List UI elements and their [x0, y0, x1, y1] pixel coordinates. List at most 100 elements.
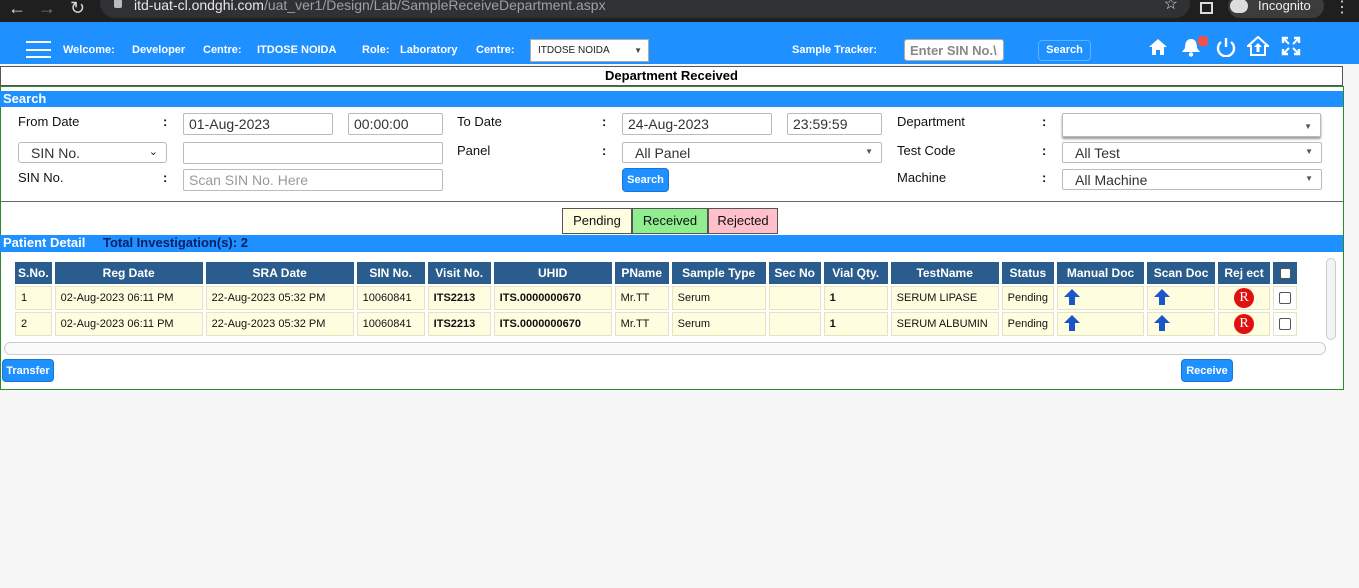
cell-manual-doc — [1057, 286, 1145, 310]
vertical-scrollbar[interactable] — [1326, 258, 1336, 340]
address-bar[interactable]: itd-uat-cl.ondghi.com/uat_ver1/Design/La… — [100, 0, 1190, 18]
cell-scan-doc — [1147, 312, 1216, 336]
chevron-down-icon: ▼ — [865, 147, 873, 156]
transfer-button[interactable]: Transfer — [2, 359, 54, 382]
power-icon[interactable] — [1215, 37, 1237, 57]
cell-reg-date: 02-Aug-2023 06:11 PM — [54, 312, 203, 336]
machine-select[interactable]: All Machine ▼ — [1062, 169, 1322, 190]
upload-arrow-icon[interactable] — [1063, 314, 1081, 332]
sin-type-select[interactable]: SIN No. ⌄ — [18, 142, 167, 163]
tab-rejected[interactable]: Rejected — [708, 208, 778, 234]
reload-icon[interactable]: ↻ — [70, 0, 85, 19]
panel-select[interactable]: All Panel ▼ — [622, 142, 882, 163]
department-label: Department — [897, 114, 965, 129]
centre-label: Centre: — [203, 44, 242, 56]
table-row: 1 02-Aug-2023 06:11 PM 22-Aug-2023 05:32… — [15, 286, 1298, 310]
chevron-down-icon: ⌄ — [148, 146, 158, 158]
cell-reg-date: 02-Aug-2023 06:11 PM — [54, 286, 203, 310]
col-sample-type: Sample Type — [671, 262, 766, 284]
centre-select-value: ITDOSE NOIDA — [538, 45, 610, 56]
fullscreen-icon[interactable] — [1281, 36, 1301, 56]
total-investigations: Total Investigation(s): 2 — [102, 235, 248, 250]
col-status: Status — [1001, 262, 1055, 284]
from-date-input[interactable]: 01-Aug-2023 — [183, 113, 333, 135]
incognito-icon — [1230, 0, 1248, 13]
horizontal-scrollbar[interactable] — [4, 342, 1326, 355]
table-row: 2 02-Aug-2023 06:11 PM 22-Aug-2023 05:32… — [15, 312, 1298, 336]
cell-sec-no — [768, 312, 821, 336]
forward-icon[interactable]: → — [38, 0, 56, 19]
colon: : — [1042, 114, 1047, 129]
cell-sample-type: Serum — [671, 312, 766, 336]
col-test-name: TestName — [890, 262, 999, 284]
menu-icon[interactable] — [26, 41, 51, 58]
divider — [0, 201, 1343, 202]
upload-home-icon[interactable] — [1247, 36, 1269, 56]
col-scan-doc: Scan Doc — [1147, 262, 1216, 284]
centre-select[interactable]: ITDOSE NOIDA ▼ — [530, 39, 649, 62]
machine-label: Machine — [897, 170, 947, 185]
col-pname: PName — [614, 262, 669, 284]
from-time-input[interactable]: 00:00:00 — [348, 113, 443, 135]
upload-arrow-icon[interactable] — [1153, 288, 1171, 306]
browser-toolbar: ← → ↻ itd-uat-cl.ondghi.com/uat_ver1/Des… — [0, 0, 1359, 22]
col-uhid: UHID — [493, 262, 612, 284]
test-code-label: Test Code — [897, 143, 956, 158]
colon: : — [602, 143, 607, 158]
col-vial-qty: Vial Qty. — [823, 262, 888, 284]
tab-pending[interactable]: Pending — [562, 208, 632, 234]
cell-test-name: SERUM LIPASE — [890, 286, 999, 310]
incognito-badge[interactable]: Incognito — [1228, 0, 1324, 18]
search-section-header: Search — [0, 91, 1343, 107]
department-select[interactable]: ▼ — [1062, 113, 1321, 137]
to-date-input[interactable]: 24-Aug-2023 — [622, 113, 772, 135]
reject-icon[interactable]: R — [1234, 314, 1255, 334]
colon: : — [163, 114, 168, 129]
bookmark-star-icon[interactable]: ☆ — [1164, 0, 1178, 14]
test-code-select[interactable]: All Test ▼ — [1062, 142, 1322, 163]
col-sno: S.No. — [15, 262, 52, 284]
colon: : — [1042, 170, 1047, 185]
cell-pname: Mr.TT — [614, 286, 669, 310]
upload-arrow-icon[interactable] — [1153, 314, 1171, 332]
cell-manual-doc — [1057, 312, 1145, 336]
home-icon[interactable] — [1148, 38, 1168, 56]
sample-tracker-input[interactable]: Enter SIN No.\ — [904, 39, 1004, 61]
patient-detail-title: Patient Detail — [3, 235, 86, 250]
sin-label: SIN No. — [18, 170, 64, 185]
row-checkbox[interactable] — [1279, 318, 1292, 331]
cell-select — [1273, 312, 1298, 336]
search-button[interactable]: Search — [622, 168, 669, 192]
table-header-row: S.No. Reg Date SRA Date SIN No. Visit No… — [15, 262, 1298, 284]
sin-type-value-input[interactable] — [183, 142, 443, 164]
side-panel-icon[interactable] — [1200, 2, 1213, 14]
sin-scan-input[interactable]: Scan SIN No. Here — [183, 169, 443, 191]
cell-test-name: SERUM ALBUMIN — [890, 312, 999, 336]
welcome-value: Developer — [132, 44, 186, 56]
reject-icon[interactable]: R — [1234, 288, 1255, 308]
upload-arrow-icon[interactable] — [1063, 288, 1081, 306]
cell-vial-qty: 1 — [823, 286, 888, 310]
chevron-down-icon: ▼ — [634, 46, 642, 55]
bell-icon[interactable] — [1180, 36, 1210, 58]
header-search-button[interactable]: Search — [1038, 40, 1091, 61]
role-value: Laboratory — [400, 44, 458, 56]
row-checkbox[interactable] — [1279, 292, 1292, 305]
col-reject: Rej ect — [1218, 262, 1271, 284]
patient-detail-header: Patient Detail Total Investigation(s): 2 — [0, 235, 1343, 252]
to-time-input[interactable]: 23:59:59 — [787, 113, 882, 135]
cell-select — [1273, 286, 1298, 310]
back-icon[interactable]: ← — [8, 0, 26, 19]
select-all-checkbox[interactable] — [1279, 268, 1291, 280]
col-reg-date: Reg Date — [54, 262, 203, 284]
browser-menu-icon[interactable]: ⋮ — [1334, 0, 1350, 17]
col-manual-doc: Manual Doc — [1057, 262, 1145, 284]
to-date-label: To Date — [457, 114, 502, 129]
cell-sno: 1 — [15, 286, 52, 310]
colon: : — [163, 170, 168, 185]
panel-label: Panel — [457, 143, 491, 158]
receive-button[interactable]: Receive — [1181, 359, 1233, 382]
lock-icon — [114, 0, 122, 8]
tab-received[interactable]: Received — [632, 208, 708, 234]
cell-pname: Mr.TT — [614, 312, 669, 336]
